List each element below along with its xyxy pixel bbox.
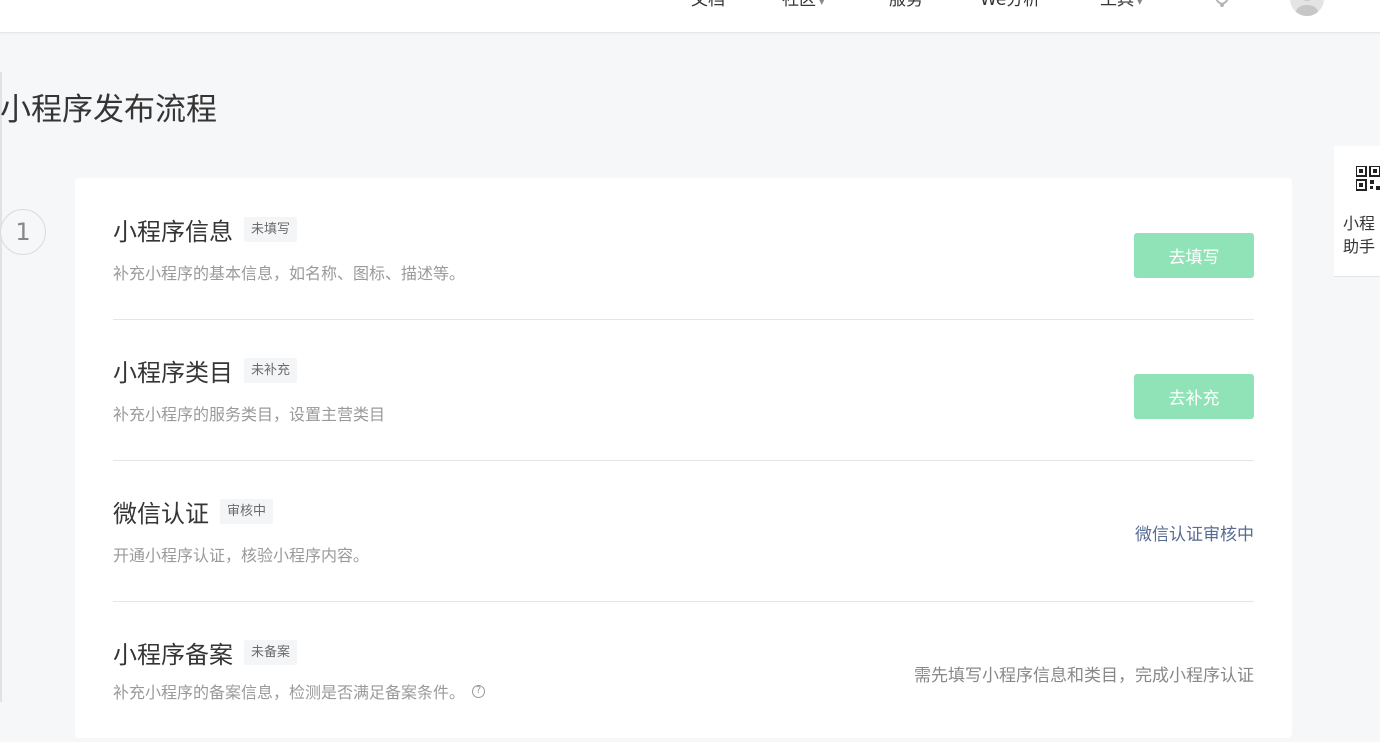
task-description: 补充小程序的基本信息，如名称、图标、描述等。 — [113, 260, 465, 284]
nav-item-label: 文档 — [691, 0, 725, 10]
task-title: 微信认证 审核中 — [113, 494, 274, 529]
task-title: 小程序类目 未补充 — [113, 353, 298, 388]
assistant-float-panel[interactable]: 小程 助手 — [1334, 146, 1380, 277]
left-timeline-rule — [0, 72, 2, 702]
task-mini-program-info: 小程序信息 未填写 补充小程序的基本信息，如名称、图标、描述等。 去填写 — [113, 178, 1254, 320]
task-title-text: 小程序备案 — [113, 641, 233, 669]
top-navigation: 文档 社区 ▾ 服务 We分析 工具 ▾ — [0, 0, 1380, 33]
task-description: 补充小程序的备案信息，检测是否满足备案条件。 ? — [113, 679, 486, 703]
task-mini-program-filing: 小程序备案 未备案 补充小程序的备案信息，检测是否满足备案条件。 ? 需先填写小… — [113, 601, 1254, 742]
assistant-label-line2: 助手 — [1343, 237, 1376, 256]
chevron-down-icon: ▾ — [819, 0, 825, 8]
add-category-button[interactable]: 去补充 — [1134, 374, 1254, 419]
page-title: 小程序发布流程 — [0, 92, 217, 128]
fill-info-button[interactable]: 去填写 — [1134, 233, 1254, 278]
task-title-text: 小程序信息 — [113, 218, 233, 246]
status-badge: 审核中 — [220, 499, 274, 524]
nav-item-services[interactable]: 服务 — [889, 0, 923, 13]
status-badge: 未备案 — [244, 640, 298, 665]
nav-item-docs[interactable]: 文档 — [691, 0, 725, 13]
task-title-text: 小程序类目 — [113, 359, 233, 387]
task-title: 小程序信息 未填写 — [113, 212, 298, 247]
publish-steps-card: 小程序信息 未填写 补充小程序的基本信息，如名称、图标、描述等。 去填写 小程序… — [75, 178, 1292, 738]
help-icon[interactable]: ? — [472, 684, 486, 698]
task-description: 补充小程序的服务类目，设置主营类目 — [113, 401, 385, 425]
nav-item-we-analytics[interactable]: We分析 — [980, 0, 1040, 13]
task-title: 小程序备案 未备案 — [113, 635, 298, 670]
task-description-text: 开通小程序认证，核验小程序内容。 — [113, 546, 370, 565]
chevron-down-icon: ▾ — [1137, 0, 1143, 8]
task-description-text: 补充小程序的备案信息，检测是否满足备案条件。 — [113, 683, 466, 702]
bell-icon[interactable] — [1211, 0, 1233, 8]
verification-status-text: 微信认证审核中 — [1135, 525, 1254, 545]
nav-item-community[interactable]: 社区 ▾ — [782, 0, 825, 15]
qr-code-icon — [1355, 165, 1380, 192]
task-wechat-verification: 微信认证 审核中 开通小程序认证，核验小程序内容。 微信认证审核中 — [113, 460, 1254, 602]
nav-item-label: 服务 — [889, 0, 923, 10]
assistant-label: 小程 助手 — [1343, 212, 1380, 258]
task-description-text: 补充小程序的服务类目，设置主营类目 — [113, 405, 386, 424]
task-description: 开通小程序认证，核验小程序内容。 — [113, 542, 369, 566]
task-title-text: 微信认证 — [113, 500, 209, 528]
status-badge: 未填写 — [244, 217, 298, 242]
nav-item-label: We分析 — [980, 0, 1041, 10]
nav-item-label: 工具 — [1100, 0, 1134, 10]
filing-prerequisite-text: 需先填写小程序信息和类目，完成小程序认证 — [914, 666, 1254, 686]
task-mini-program-category: 小程序类目 未补充 补充小程序的服务类目，设置主营类目 去补充 — [113, 319, 1254, 461]
assistant-label-line1: 小程 — [1343, 214, 1376, 233]
step-number-badge: 1 — [0, 209, 46, 255]
task-description-text: 补充小程序的基本信息，如名称、图标、描述等。 — [113, 264, 466, 283]
nav-item-label: 社区 — [782, 0, 816, 10]
status-badge: 未补充 — [244, 358, 298, 383]
nav-item-tools[interactable]: 工具 ▾ — [1100, 0, 1143, 15]
avatar-icon[interactable] — [1290, 0, 1324, 16]
